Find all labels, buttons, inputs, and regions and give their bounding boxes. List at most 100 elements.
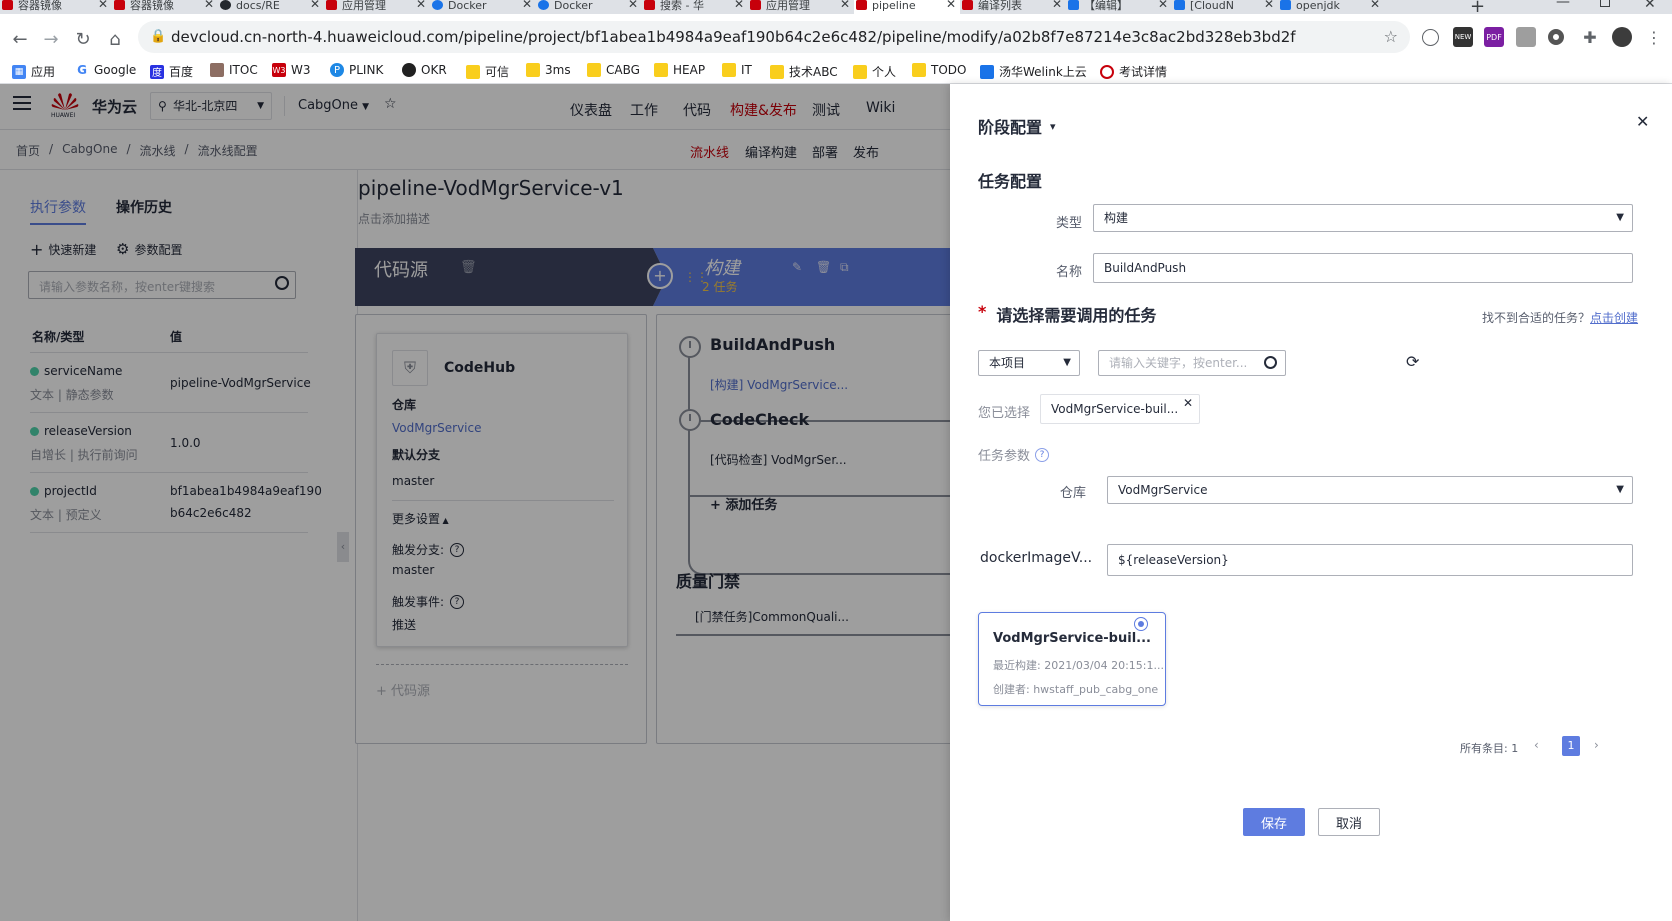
bookmark-apps[interactable]: ▦ 应用: [12, 63, 55, 80]
job-card-recent: 最近构建: 2021/03/04 20:15:1...: [993, 659, 1164, 672]
close-tab-icon[interactable]: ✕: [522, 0, 532, 10]
huawei-favicon-icon: [114, 0, 125, 10]
browser-tab[interactable]: 【编辑】 ✕: [1066, 0, 1172, 14]
back-icon[interactable]: ←: [6, 25, 34, 53]
scope-value: 本项目: [989, 356, 1026, 370]
create-task-link[interactable]: 点击创建: [1590, 311, 1638, 325]
browser-tab[interactable]: 编译列表 ✕: [960, 0, 1066, 14]
exam-icon: [1100, 64, 1114, 79]
browser-tab[interactable]: docs/RE ✕: [218, 0, 324, 14]
extension-icon[interactable]: [1548, 29, 1564, 45]
bookmark-star-icon[interactable]: ☆: [1384, 21, 1398, 53]
close-tab-icon[interactable]: ✕: [628, 0, 638, 10]
selected-task-value: VodMgrService-buil...: [1051, 402, 1179, 416]
bookmark-folder[interactable]: 3ms: [526, 63, 571, 77]
browser-tab[interactable]: 容器镜像 ✕: [0, 0, 112, 14]
bookmark-folder[interactable]: CABG: [587, 63, 640, 77]
github-favicon-icon: [220, 0, 231, 10]
bookmark-folder[interactable]: TODO: [912, 63, 966, 77]
close-tab-icon[interactable]: ✕: [1264, 0, 1274, 10]
browser-tab[interactable]: Docker ✕: [536, 0, 642, 14]
next-page-icon[interactable]: ›: [1594, 738, 1599, 752]
prev-page-icon[interactable]: ‹: [1534, 738, 1539, 752]
search-icon[interactable]: [1264, 356, 1277, 369]
bookmark-exam[interactable]: 考试详情: [1100, 63, 1167, 80]
refresh-icon[interactable]: ⟳: [1406, 352, 1419, 371]
huawei-favicon-icon: [856, 0, 867, 10]
close-tab-icon[interactable]: ✕: [98, 0, 108, 10]
remove-tag-icon[interactable]: ✕: [1183, 389, 1193, 417]
save-button[interactable]: 保存: [1243, 808, 1305, 836]
caret-down-icon: ▼: [1616, 484, 1624, 495]
maximize-icon[interactable]: [1600, 0, 1610, 7]
reload-icon[interactable]: ↻: [69, 25, 97, 53]
page-number[interactable]: 1: [1562, 736, 1580, 756]
bookmark-folder[interactable]: 技术ABC: [770, 63, 838, 80]
bookmark-baidu[interactable]: 度百度: [150, 63, 193, 80]
huawei-favicon-icon: [644, 0, 655, 10]
extension-icon[interactable]: [1422, 29, 1439, 46]
welink-favicon-icon: [1068, 0, 1079, 10]
window-close-icon[interactable]: ✕: [1644, 0, 1656, 12]
bookmark-okr[interactable]: OKR: [402, 63, 447, 77]
folder-icon: [526, 63, 540, 77]
home-icon[interactable]: ⌂: [101, 25, 129, 53]
modal-backdrop[interactable]: [0, 84, 950, 921]
bookmark-label: 考试详情: [1119, 65, 1168, 79]
close-tab-icon[interactable]: ✕: [416, 0, 426, 10]
extensions-puzzle-icon[interactable]: ✚: [1580, 27, 1600, 47]
profile-avatar[interactable]: [1612, 27, 1632, 47]
browser-tab[interactable]: 应用管理 ✕: [748, 0, 854, 14]
bookmark-welink[interactable]: 汤华Welink上云: [980, 63, 1087, 80]
bookmark-folder[interactable]: 可信: [466, 63, 509, 80]
address-bar[interactable]: 🔒 devcloud.cn-north-4.huaweicloud.com/pi…: [138, 21, 1410, 53]
bookmark-label: IT: [741, 63, 752, 77]
close-tab-icon[interactable]: ✕: [1158, 0, 1168, 10]
name-input[interactable]: BuildAndPush: [1093, 253, 1633, 283]
forward-icon[interactable]: →: [37, 25, 65, 53]
help-icon[interactable]: ?: [1035, 447, 1050, 462]
browser-tab[interactable]: openjdk ✕: [1278, 0, 1384, 14]
cancel-button[interactable]: 取消: [1318, 808, 1380, 836]
close-tab-icon[interactable]: ✕: [946, 0, 956, 10]
task-search-input[interactable]: 请输入关键字，按enter...: [1098, 350, 1286, 376]
folder-icon: [912, 63, 926, 77]
bookmark-w3[interactable]: W3 W3: [272, 63, 311, 77]
browser-tab-active[interactable]: pipeline ✕: [854, 0, 960, 14]
task-params-label-row: 任务参数?: [978, 445, 1050, 464]
extension-icon[interactable]: [1516, 27, 1536, 47]
drawer-title[interactable]: 阶段配置 ▾: [978, 114, 1056, 138]
bookmark-folder[interactable]: IT: [722, 63, 752, 77]
minimize-icon[interactable]: —: [1556, 0, 1570, 10]
bookmark-google[interactable]: G Google: [75, 63, 136, 77]
news-extension-icon[interactable]: NEW: [1453, 27, 1473, 47]
browser-tab[interactable]: 容器镜像 ✕: [112, 0, 218, 14]
scope-select[interactable]: 本项目 ▼: [978, 350, 1080, 376]
bookmark-plink[interactable]: P PLINK: [330, 63, 383, 77]
close-tab-icon[interactable]: ✕: [840, 0, 850, 10]
bookmark-label: Google: [94, 63, 137, 77]
browser-tab[interactable]: 应用管理 ✕: [324, 0, 430, 14]
bookmarks-bar: ▦ 应用 G Google 度百度 ITOC W3 W3 P PLINK OKR 可信 …: [0, 58, 1672, 84]
docker-version-input[interactable]: ${releaseVersion}: [1107, 544, 1633, 576]
pdf-extension-icon[interactable]: PDF: [1484, 27, 1504, 47]
browser-tab[interactable]: Docker ✕: [430, 0, 536, 14]
browser-tab[interactable]: 搜索 - 华 ✕: [642, 0, 748, 14]
close-tab-icon[interactable]: ✕: [310, 0, 320, 10]
close-icon[interactable]: ✕: [1636, 112, 1649, 131]
close-tab-icon[interactable]: ✕: [1370, 0, 1380, 10]
bookmark-itoc[interactable]: ITOC: [210, 63, 258, 77]
close-tab-icon[interactable]: ✕: [734, 0, 744, 10]
more-menu-icon[interactable]: ⋮: [1644, 27, 1664, 47]
radio-selected-icon[interactable]: [1134, 617, 1148, 631]
selected-task-tag: VodMgrService-buil... ✕: [1040, 394, 1200, 424]
repo-param-select[interactable]: VodMgrService ▼: [1107, 476, 1633, 504]
type-select[interactable]: 构建 ▼: [1093, 204, 1633, 232]
new-tab-icon[interactable]: +: [1470, 0, 1485, 14]
bookmark-folder[interactable]: 个人: [853, 63, 896, 80]
close-tab-icon[interactable]: ✕: [204, 0, 214, 10]
browser-tab[interactable]: [CloudN ✕: [1172, 0, 1278, 14]
close-tab-icon[interactable]: ✕: [1052, 0, 1062, 10]
job-card[interactable]: VodMgrService-buil... 最近构建: 2021/03/04 2…: [978, 612, 1166, 706]
bookmark-folder[interactable]: HEAP: [654, 63, 705, 77]
